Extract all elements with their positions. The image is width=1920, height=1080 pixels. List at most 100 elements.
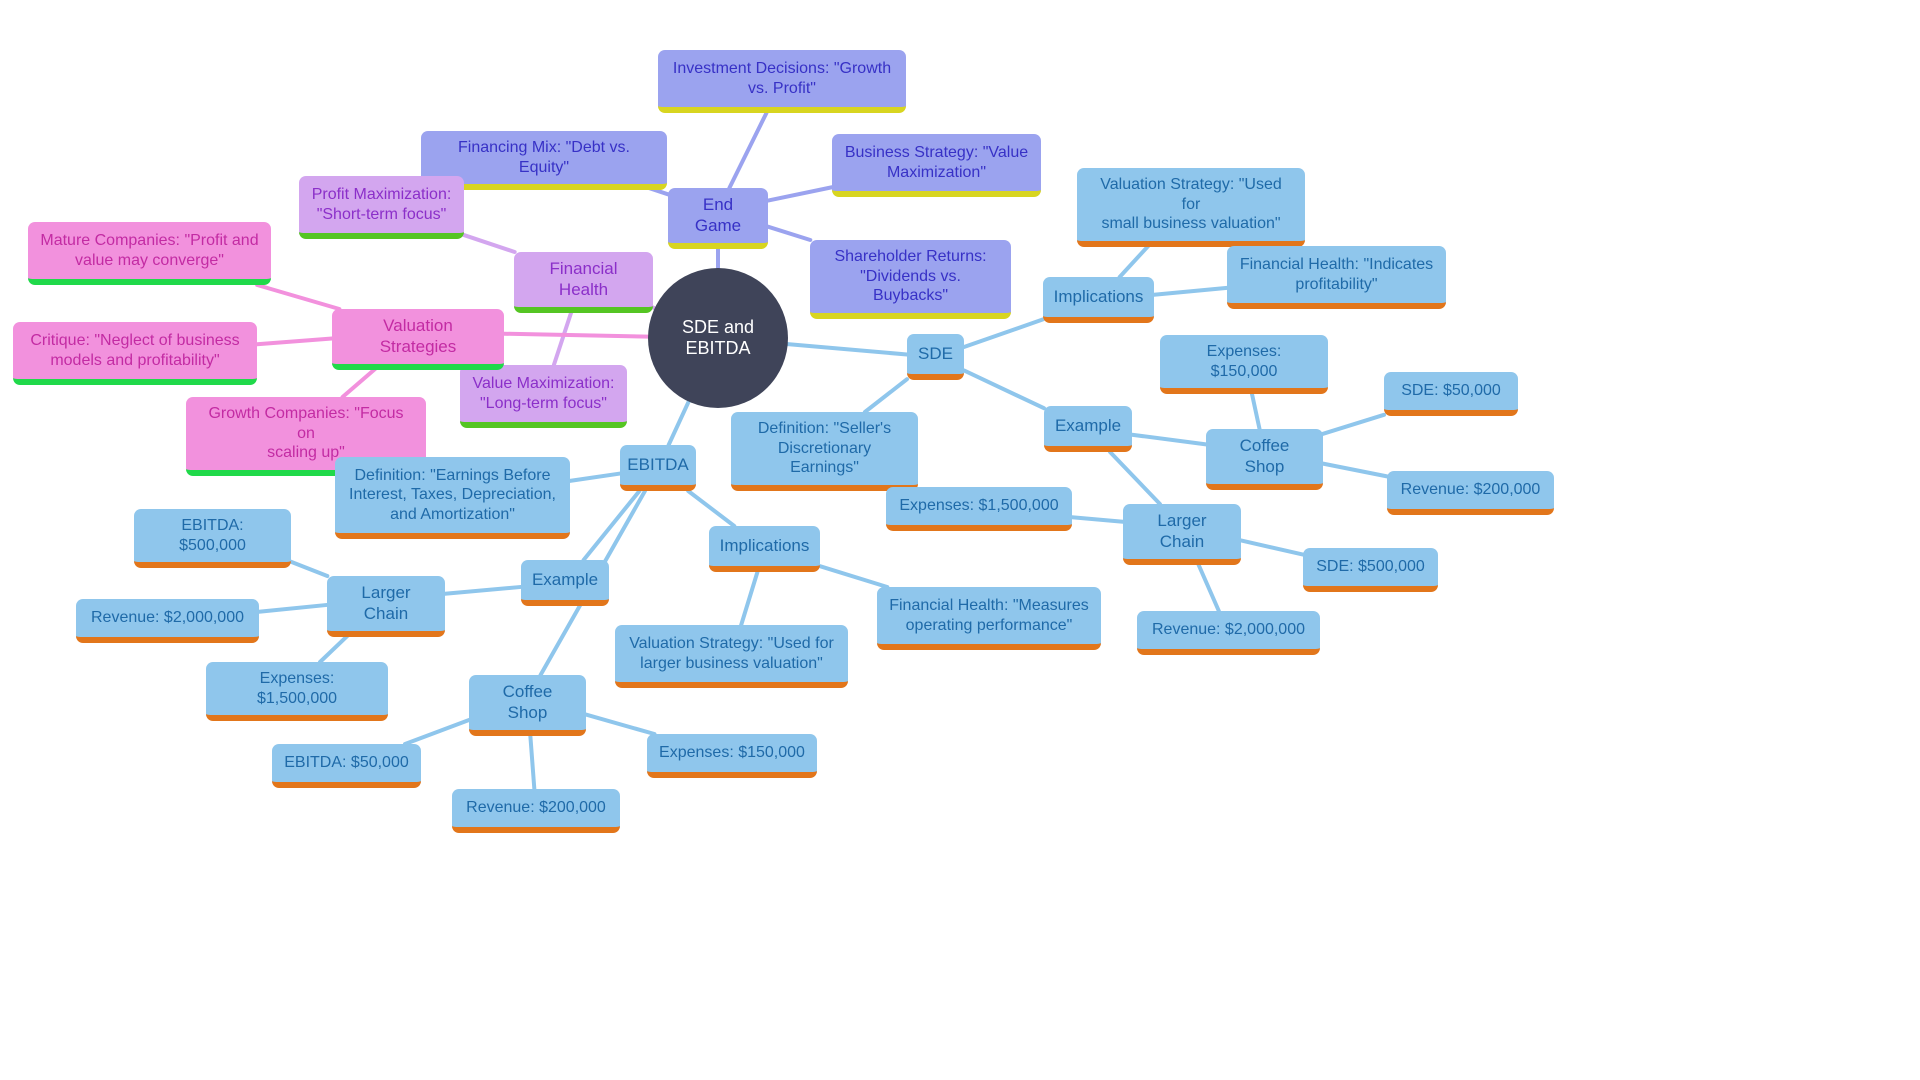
mindmap-node-label: Business Strategy: "Value Maximization" <box>844 143 1029 181</box>
mindmap-node-label: Implications <box>719 535 810 555</box>
mindmap-node-label: End Game <box>694 195 742 235</box>
mindmap-edge <box>766 224 813 242</box>
mindmap-node-label: Expenses: $150,000 <box>1206 343 1282 380</box>
mindmap-node-ebitda_chain[interactable]: Larger Chain <box>327 576 445 638</box>
mindmap-node-ebitda_val[interactable]: Valuation Strategy: "Used for larger bus… <box>615 625 848 688</box>
mindmap-node-label: Shareholder Returns: "Dividends vs. Buyb… <box>834 248 987 305</box>
mindmap-edge <box>818 564 890 589</box>
mindmap-edge <box>462 233 517 254</box>
mindmap-node-label: SDE <box>918 343 953 363</box>
mindmap-node-label: Example <box>1054 415 1122 435</box>
mindmap-node-ebitda_cs_val[interactable]: EBITDA: $50,000 <box>272 744 421 788</box>
mindmap-node-label: Value Maximization: "Long-term focus" <box>472 374 615 412</box>
mindmap-node-critique[interactable]: Critique: "Neglect of business models an… <box>13 322 257 385</box>
mindmap-edge <box>666 399 691 447</box>
mindmap-node-sde_lc_rev[interactable]: Revenue: $2,000,000 <box>1137 611 1320 655</box>
mindmap-node-label: Investment Decisions: "Growth vs. Profit… <box>672 59 892 97</box>
mindmap-node-label: Example <box>531 569 599 589</box>
mindmap-node-sde_cs_exp[interactable]: Expenses: $150,000 <box>1160 335 1328 395</box>
mindmap-node-label: Definition: "Seller's Discretionary Earn… <box>757 420 892 477</box>
mindmap-edge <box>785 342 909 357</box>
mindmap-node-sde_cs_rev[interactable]: Revenue: $200,000 <box>1387 471 1554 515</box>
mindmap-edge <box>1321 461 1389 479</box>
mindmap-node-label: Valuation Strategy: "Used for larger bus… <box>629 634 834 672</box>
mindmap-edge <box>255 336 334 347</box>
mindmap-node-label: SDE: $50,000 <box>1401 382 1501 400</box>
mindmap-node-label: Coffee Shop <box>1239 436 1290 476</box>
mindmap-node-label: Revenue: $200,000 <box>1400 481 1541 499</box>
mindmap-node-label: Growth Companies: "Focus on scaling up" <box>208 405 404 462</box>
mindmap-node-ebitda_cs_exp[interactable]: Expenses: $150,000 <box>647 734 817 778</box>
mindmap-node-ebitda_example[interactable]: Example <box>521 560 609 606</box>
mindmap-node-ebitda_lc_rev[interactable]: Revenue: $2,000,000 <box>76 599 259 643</box>
mindmap-edge <box>739 570 760 627</box>
mindmap-node-fin_health_c[interactable]: Financial Health <box>514 252 653 314</box>
mindmap-node-label: EBITDA: $500,000 <box>179 517 246 554</box>
mindmap-node-label: Coffee Shop <box>502 682 553 722</box>
mindmap-edge <box>568 471 622 483</box>
mindmap-node-sde_impl[interactable]: Implications <box>1043 277 1154 323</box>
mindmap-node-ebitda_coffee[interactable]: Coffee Shop <box>469 675 586 737</box>
mindmap-node-profit_max[interactable]: Profit Maximization: "Short-term focus" <box>299 176 464 239</box>
mindmap-edge <box>962 368 1046 411</box>
mindmap-edge <box>862 377 909 414</box>
center-node[interactable]: SDE and EBITDA <box>648 268 788 408</box>
mindmap-node-label: Expenses: $1,500,000 <box>256 670 338 707</box>
mindmap-node-val_strategies[interactable]: Valuation Strategies <box>332 309 504 371</box>
mindmap-node-label: Expenses: $1,500,000 <box>899 497 1059 515</box>
mindmap-node-investment[interactable]: Investment Decisions: "Growth vs. Profit… <box>658 50 906 113</box>
mindmap-edge <box>257 602 329 614</box>
mindmap-node-ebitda_impl[interactable]: Implications <box>709 526 820 572</box>
mindmap-node-label: Profit Maximization: "Short-term focus" <box>311 185 452 223</box>
mindmap-node-label: Valuation Strategy: "Used for small busi… <box>1100 176 1282 233</box>
mindmap-node-shareholder[interactable]: Shareholder Returns: "Dividends vs. Buyb… <box>810 240 1011 319</box>
mindmap-edge <box>584 712 657 736</box>
mindmap-node-label: Financial Health: "Measures operating pe… <box>889 596 1089 634</box>
mindmap-node-label: Valuation Strategies <box>379 316 457 356</box>
mindmap-node-label: Larger Chain <box>361 583 411 623</box>
mindmap-node-label: Financial Health: "Indicates profitabili… <box>1239 255 1434 293</box>
mindmap-edge <box>255 283 342 311</box>
mindmap-node-mature[interactable]: Mature Companies: "Profit and value may … <box>28 222 271 285</box>
mindmap-node-label: Implications <box>1053 286 1144 306</box>
mindmap-edge <box>727 111 769 190</box>
mindmap-node-label: Critique: "Neglect of business models an… <box>30 331 240 369</box>
mindmap-node-label: Revenue: $200,000 <box>466 799 606 817</box>
mindmap-node-ebitda_def[interactable]: Definition: "Earnings Before Interest, T… <box>335 457 570 539</box>
mindmap-node-sde_example[interactable]: Example <box>1044 406 1132 452</box>
mindmap-node-label: Financing Mix: "Debt vs. Equity" <box>458 139 630 176</box>
mindmap-node-sde[interactable]: SDE <box>907 334 964 380</box>
mindmap-edge <box>1239 538 1305 557</box>
mindmap-edge <box>1130 432 1208 447</box>
mindmap-node-end_game[interactable]: End Game <box>668 188 768 250</box>
mindmap-node-sde_def[interactable]: Definition: "Seller's Discretionary Earn… <box>731 412 918 491</box>
mindmap-edge <box>502 331 651 339</box>
mindmap-node-sde_lc_exp[interactable]: Expenses: $1,500,000 <box>886 487 1072 531</box>
mindmap-node-label: Revenue: $2,000,000 <box>1151 621 1305 639</box>
mindmap-node-sde_chain[interactable]: Larger Chain <box>1123 504 1241 566</box>
mindmap-node-label: Definition: "Earnings Before Interest, T… <box>349 466 556 523</box>
mindmap-node-label: EBITDA: $50,000 <box>284 754 409 772</box>
mindmap-canvas: End Game Investment Decisions: "Growth vs… <box>0 0 1920 1080</box>
center-node-label: SDE and EBITDA <box>681 317 755 358</box>
mindmap-edge <box>443 584 523 596</box>
mindmap-node-ebitda_cs_rev[interactable]: Revenue: $200,000 <box>452 789 620 833</box>
mindmap-node-ebitda_lc_exp[interactable]: Expenses: $1,500,000 <box>206 662 388 722</box>
mindmap-edge <box>1108 450 1162 506</box>
mindmap-node-sde_coffee[interactable]: Coffee Shop <box>1206 429 1323 491</box>
mindmap-node-ebitda_fin[interactable]: Financial Health: "Measures operating pe… <box>877 587 1101 650</box>
mindmap-edge <box>1070 515 1125 524</box>
mindmap-node-label: Expenses: $150,000 <box>659 744 805 762</box>
mindmap-edge <box>1321 412 1386 436</box>
mindmap-node-value_max[interactable]: Value Maximization: "Long-term focus" <box>460 365 627 428</box>
mindmap-node-sde_lc_sde[interactable]: SDE: $500,000 <box>1303 548 1438 592</box>
mindmap-node-biz_strategy[interactable]: Business Strategy: "Value Maximization" <box>832 134 1041 197</box>
mindmap-node-ebitda_lc_val[interactable]: EBITDA: $500,000 <box>134 509 291 569</box>
mindmap-node-sde_cs_sde[interactable]: SDE: $50,000 <box>1384 372 1518 416</box>
mindmap-node-label: Financial Health <box>549 259 618 299</box>
mindmap-node-ebitda[interactable]: EBITDA <box>620 445 696 491</box>
mindmap-edge <box>1152 285 1229 297</box>
mindmap-node-sde_fin_health[interactable]: Financial Health: "Indicates profitabili… <box>1227 246 1446 309</box>
mindmap-node-sde_val_strat[interactable]: Valuation Strategy: "Used for small busi… <box>1077 168 1305 247</box>
mindmap-node-label: EBITDA <box>627 454 689 474</box>
